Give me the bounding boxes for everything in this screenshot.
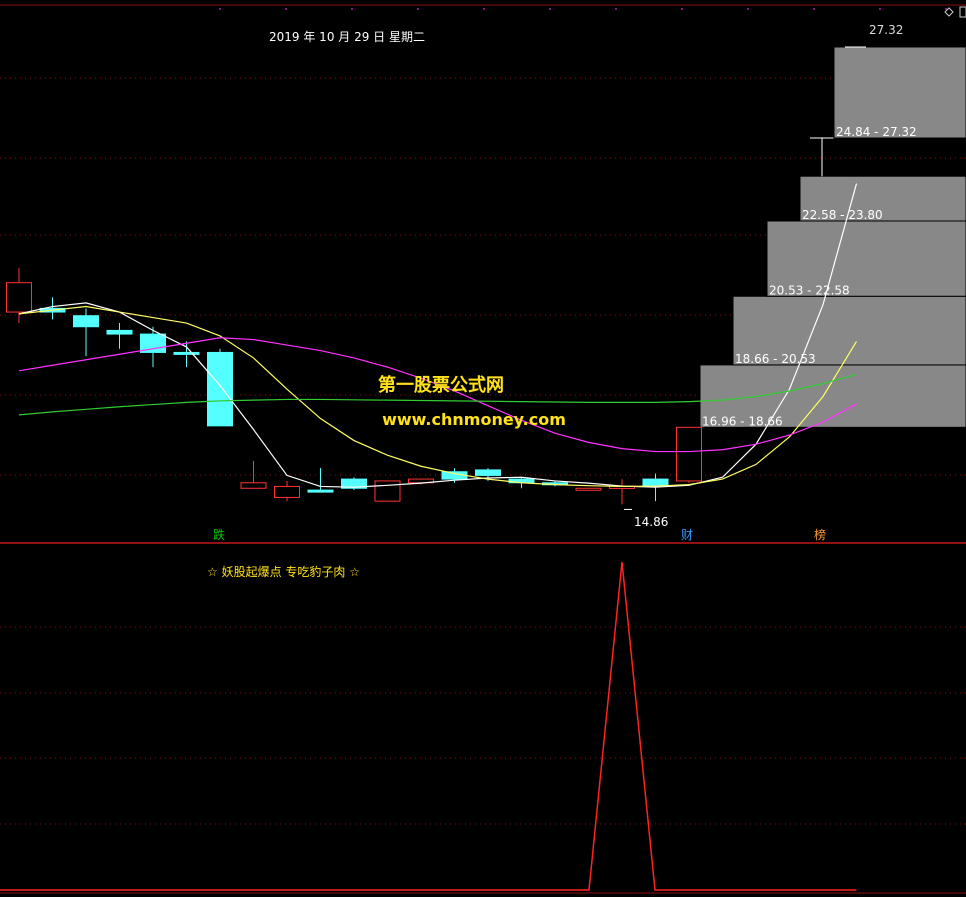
corner-icons[interactable] <box>944 6 966 18</box>
candle-body-5 <box>173 351 200 355</box>
candle-body-20 <box>676 426 702 482</box>
candle-body-0 <box>6 282 32 313</box>
low-price-annotation: 14.86 <box>634 515 668 529</box>
signal-line <box>0 561 857 891</box>
candle-body-6 <box>207 351 233 427</box>
watermark-url: www.chnmoney.com <box>382 410 566 429</box>
window-icon[interactable] <box>959 6 966 18</box>
candlestick-layer[interactable] <box>6 267 702 505</box>
tag-die: 跌 <box>213 527 225 542</box>
price-box-label-3: 22.58 - 23.80 <box>802 208 883 222</box>
date-label: 2019 年 10 月 29 日 星期二 <box>269 30 425 44</box>
candle-body-7 <box>240 482 267 489</box>
price-box-label-5: 24.84 - 27.32 <box>836 125 917 139</box>
price-box-layer: 16.96 - 18.6618.66 - 20.5320.53 - 22.582… <box>699 46 966 428</box>
candle-body-3 <box>106 329 133 335</box>
signal-layer <box>0 561 857 891</box>
candle-body-14 <box>475 469 501 476</box>
high-price-annotation: 27.32 <box>869 23 903 37</box>
indicator-title: ☆ 妖股起爆点 专吃豹子肉 ☆ <box>207 564 360 579</box>
watermark-title: 第一股票公式网 <box>378 374 504 396</box>
candle-body-11 <box>374 480 401 502</box>
candle-body-9 <box>307 489 334 493</box>
candle-body-2 <box>73 315 99 328</box>
chart-area: 16.96 - 18.6618.66 - 20.5320.53 - 22.582… <box>0 4 966 894</box>
price-box-label-2: 20.53 - 22.58 <box>769 283 850 297</box>
tag-cai: 财 <box>681 528 693 542</box>
candle-body-17 <box>575 487 602 491</box>
candle-body-8 <box>274 485 300 498</box>
tag-bang: 榜 <box>814 527 826 542</box>
